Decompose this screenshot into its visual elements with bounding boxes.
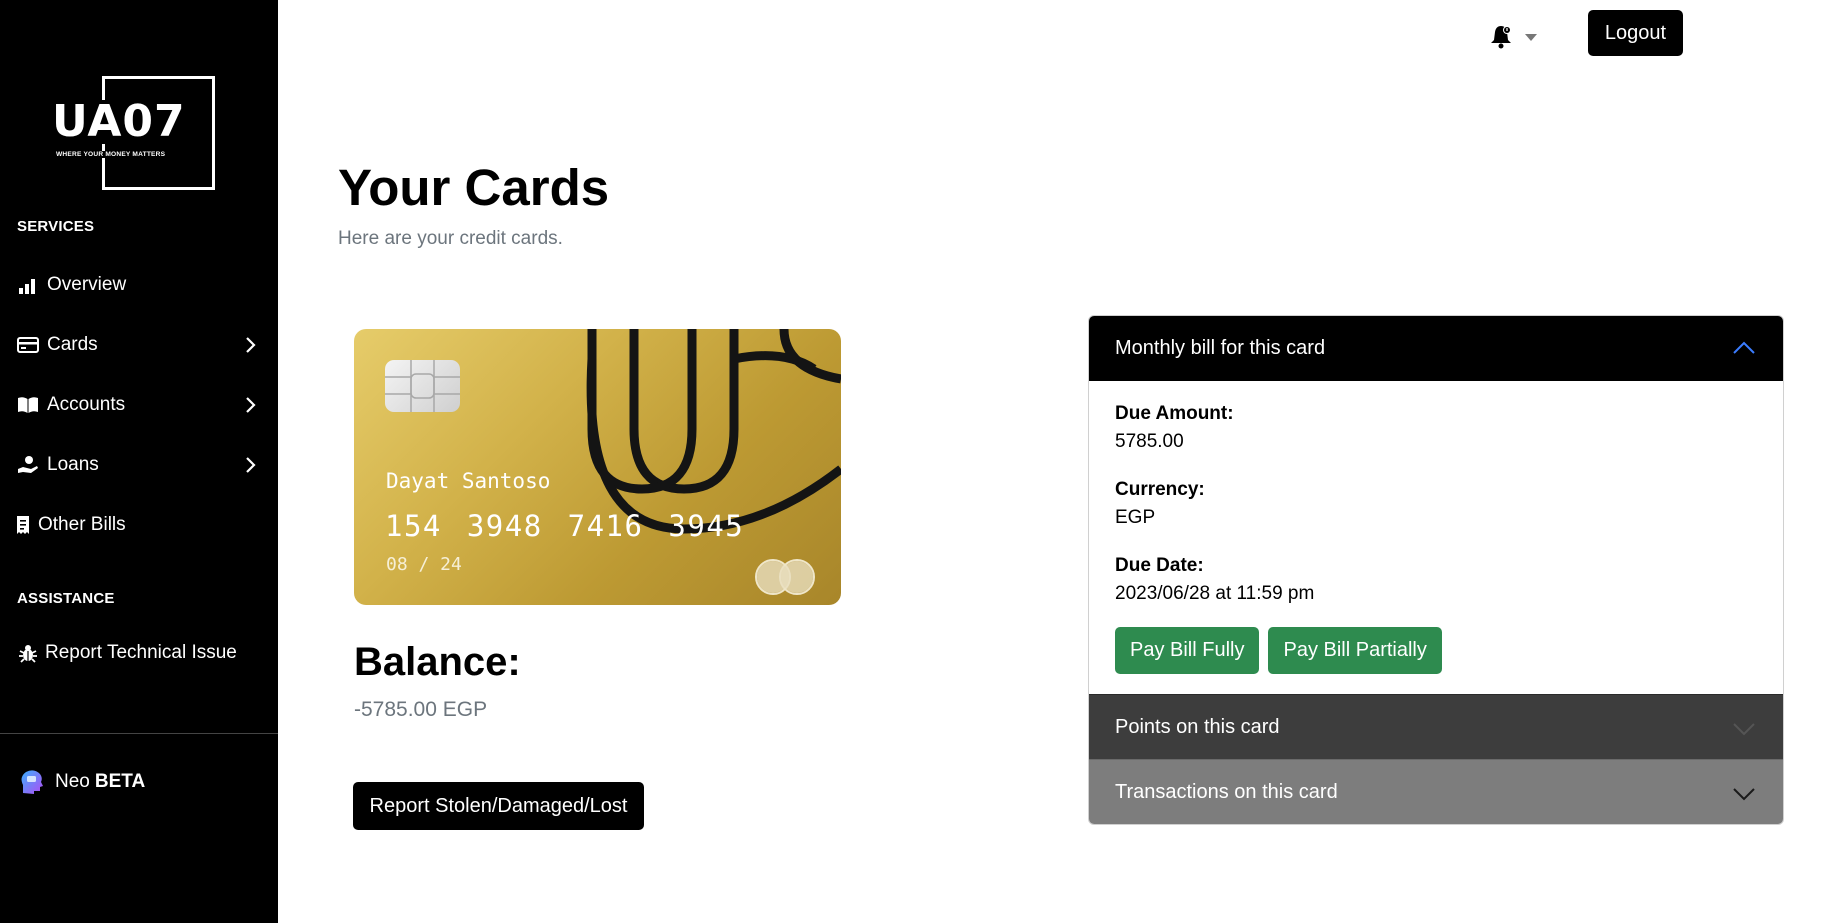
sidebar-item-label: Accounts [47,394,126,415]
accordion-title: Monthly bill for this card [1115,337,1326,359]
bell-icon [1488,24,1514,50]
logo-tagline: WHERE YOUR MONEY MATTERS [56,151,168,158]
pay-bill-fully-button[interactable]: Pay Bill Fully [1115,627,1260,674]
sidebar-divider [0,733,278,734]
hand-money-icon [17,454,39,476]
chevron-up-icon [1733,341,1755,354]
sidebar: UA07 WHERE YOUR MONEY MATTERS SERVICES O… [0,0,278,923]
sidebar-item-loans[interactable]: Loans [17,445,262,485]
currency-value: EGP [1115,507,1156,528]
credit-card-icon [17,334,39,356]
pay-buttons: Pay Bill Fully Pay Bill Partially [1115,627,1757,674]
card-number: 154 3948 7416 3945 [385,509,745,543]
neo-assistant-link[interactable]: Neo BETA [17,767,145,797]
card-accordion: Monthly bill for this card Due Amount: 5… [1088,315,1784,825]
accordion-header-transactions[interactable]: Transactions on this card [1089,759,1783,824]
pay-bill-partially-button[interactable]: Pay Bill Partially [1268,627,1442,674]
chevron-down-icon [1733,723,1755,736]
logout-button[interactable]: Logout [1588,10,1683,56]
logo-text: UA07 [52,96,188,147]
bar-chart-icon [17,274,39,296]
card-chip [385,360,460,412]
currency-label: Currency: [1115,479,1205,500]
due-date-label: Due Date: [1115,555,1204,576]
book-icon [17,394,39,416]
due-amount-value: 5785.00 [1115,431,1184,452]
neo-label: Neo [55,771,90,792]
accordion-header-monthly-bill[interactable]: Monthly bill for this card [1089,316,1783,381]
card-expiry: 08 / 24 [386,554,462,575]
balance-value: -5785.00 EGP [354,698,488,721]
chevron-right-icon [246,457,256,473]
due-date-value: 2023/06/28 at 11:59 pm [1115,583,1315,604]
page-title: Your Cards [338,159,610,216]
mastercard-logo-icon [755,559,815,595]
sidebar-item-label: Report Technical Issue [45,642,237,663]
card-holder-name: Dayat Santoso [386,469,551,493]
balance-label: Balance: [354,640,521,684]
receipt-icon [12,514,34,536]
beta-badge: BETA [94,771,146,792]
accordion-title: Transactions on this card [1115,780,1338,803]
sidebar-item-report-technical-issue[interactable]: Report Technical Issue [17,633,262,673]
sidebar-item-label: Cards [47,334,98,355]
sidebar-item-label: Other Bills [38,514,126,535]
notifications-dropdown[interactable] [1488,22,1540,52]
credit-card[interactable]: Dayat Santoso 154 3948 7416 3945 08 / 24 [354,329,841,605]
sidebar-item-other-bills[interactable]: Other Bills [12,505,257,545]
bug-icon [17,642,39,664]
due-amount-label: Due Amount: [1115,403,1234,424]
caret-down-icon [1524,32,1538,42]
ai-head-icon [17,767,47,797]
sidebar-item-overview[interactable]: Overview [17,265,262,305]
accordion-title: Points on this card [1115,715,1280,738]
chevron-right-icon [246,397,256,413]
chevron-right-icon [246,337,256,353]
chevron-down-icon [1733,788,1755,801]
report-stolen-button[interactable]: Report Stolen/Damaged/Lost [353,782,644,830]
assistance-section-label: ASSISTANCE [17,590,115,607]
accordion-header-points[interactable]: Points on this card [1089,694,1783,759]
sidebar-item-accounts[interactable]: Accounts [17,385,262,425]
accordion-body-monthly-bill: Due Amount: 5785.00 Currency: EGP Due Da… [1089,381,1783,694]
page-subtitle: Here are your credit cards. [338,228,563,249]
services-section-label: SERVICES [17,218,95,235]
sidebar-item-label: Overview [47,274,127,295]
sidebar-item-cards[interactable]: Cards [17,325,262,365]
brand-logo[interactable]: UA07 WHERE YOUR MONEY MATTERS [52,76,215,190]
sidebar-item-label: Loans [47,454,99,475]
